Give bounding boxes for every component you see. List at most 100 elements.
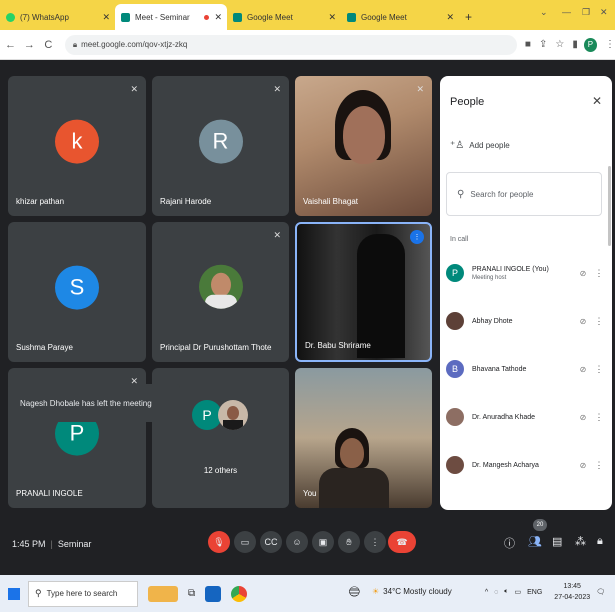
captions-button[interactable]: CC [260, 531, 282, 553]
meeting-time: 1:45 PM [12, 539, 46, 549]
recording-dot-icon [204, 14, 209, 20]
taskbar-clock[interactable]: 13:45 27-04-2023 [554, 581, 590, 603]
people-panel: People ✕ ⁺♙ Add people ⚲ Search for peop… [440, 76, 612, 510]
participant-name: Vaishali Bhagat [303, 197, 358, 206]
meeting-name: Seminar [57, 539, 92, 549]
volume-icon[interactable]: 🔈︎ [504, 588, 508, 596]
url-text: meet.google.com/qov-xtjz-zkq [81, 40, 188, 49]
tab-meet-seminar[interactable]: Meet - Seminar ✕ [115, 4, 227, 30]
network-icon[interactable]: ◌ [494, 589, 498, 596]
participant-video-tile[interactable]: ⋮ Dr. Babu Shrirame [295, 222, 432, 362]
app-icon[interactable] [205, 585, 222, 602]
close-icon[interactable]: ✕ [214, 12, 222, 23]
task-view-icon[interactable]: ⧉ [188, 588, 195, 599]
tab-title: Google Meet [247, 12, 293, 22]
participant-row[interactable]: Dr. Anuradha Khade ⊘ ⋮ [446, 400, 606, 434]
taskbar-app-icon[interactable]: 🔵︎ [348, 587, 361, 598]
activities-icon[interactable]: ⁂ [575, 535, 586, 548]
tab-title: Meet - Seminar [135, 12, 190, 22]
add-people-button[interactable]: ⁺♙ Add people [450, 140, 510, 151]
new-tab-button[interactable]: + [459, 4, 479, 30]
more-options-icon[interactable]: ⋮ [592, 460, 606, 471]
scrollbar[interactable] [608, 166, 611, 246]
minimize-icon[interactable]: — [562, 7, 571, 17]
participant-tile[interactable]: ✕ Principal Dr Purushottam Thote [152, 222, 289, 362]
close-icon[interactable]: ✕ [592, 94, 602, 108]
mic-off-icon[interactable]: ⊘ [574, 269, 592, 278]
browser-tab-strip: (7) WhatsApp ✕ Meet - Seminar ✕ Google M… [0, 0, 615, 30]
address-bar: ← → C 🔒︎ meet.google.com/qov-xtjz-zkq ■ … [0, 30, 615, 60]
chat-icon[interactable]: ▤ [552, 535, 562, 548]
widgets-icon[interactable] [148, 585, 178, 602]
camera-icon[interactable]: ■ [525, 39, 531, 50]
search-icon: ⚲ [35, 588, 42, 598]
participant-tile[interactable]: ✕ R Rajani Harode [152, 76, 289, 216]
participant-name: Dr. Babu Shrirame [305, 341, 371, 350]
leave-call-button[interactable]: ☎︎ [388, 531, 416, 553]
share-icon[interactable]: ⇪ [539, 39, 547, 50]
speaking-indicator-icon: ⋮ [410, 230, 424, 244]
menu-icon[interactable]: ⋮ [605, 39, 615, 50]
battery-icon[interactable]: ▭ [515, 588, 522, 596]
participant-row[interactable]: Dr. Mangesh Acharya ⊘ ⋮ [446, 448, 606, 482]
weather-widget[interactable]: ☀︎ 34°C Mostly cloudy [372, 587, 452, 596]
mic-toggle-button[interactable]: 🎙︎ [208, 531, 230, 553]
mic-off-icon[interactable]: ⊘ [574, 461, 592, 470]
more-options-icon[interactable]: ⋮ [592, 316, 606, 327]
raise-hand-button[interactable]: ✋︎ [338, 531, 360, 553]
participant-tile[interactable]: S Sushma Paraye [8, 222, 146, 362]
close-icon[interactable]: ✕ [102, 12, 110, 23]
tab-google-meet[interactable]: Google Meet ✕ [227, 4, 341, 30]
add-people-label: Add people [469, 141, 510, 150]
section-label: In call [450, 236, 469, 243]
windows-start-icon[interactable] [8, 587, 20, 600]
tab-title: Google Meet [361, 12, 407, 22]
people-icon[interactable]: 👥︎ [528, 535, 542, 548]
search-placeholder: Search for people [470, 189, 534, 199]
participant-tile[interactable]: ✕ k khizar pathan [8, 76, 146, 216]
panel-title: People [450, 96, 485, 108]
mic-off-icon[interactable]: ⊘ [574, 413, 592, 422]
chevron-up-icon[interactable]: ^ [485, 589, 488, 596]
forward-icon[interactable]: → [21, 39, 38, 51]
language-indicator[interactable]: ENG [527, 589, 542, 596]
participant-name: PRANALI INGOLE (You) [472, 265, 549, 273]
present-button[interactable]: ▣ [312, 531, 334, 553]
participant-video-tile[interactable]: ✕ Vaishali Bhagat [295, 76, 432, 216]
sidepanel-icon[interactable]: ▮ [572, 39, 578, 50]
participant-row[interactable]: Abhay Dhote ⊘ ⋮ [446, 304, 606, 338]
search-input[interactable]: ⚲ Search for people [446, 172, 602, 216]
more-options-icon[interactable]: ⋮ [592, 412, 606, 423]
bookmark-star-icon[interactable]: ☆ [555, 39, 564, 50]
mic-off-icon[interactable]: ⊘ [574, 317, 592, 326]
emoji-button[interactable]: ☺ [286, 531, 308, 553]
participant-count-badge: 20 [533, 519, 547, 531]
info-icon[interactable]: ⓘ [504, 535, 515, 551]
host-controls-icon[interactable]: 🔒︎ [597, 535, 603, 548]
tab-whatsapp[interactable]: (7) WhatsApp ✕ [0, 4, 115, 30]
more-options-icon[interactable]: ⋮ [592, 268, 606, 279]
back-icon[interactable]: ← [2, 39, 19, 51]
participant-row[interactable]: B Bhavana Tathode ⊘ ⋮ [446, 352, 606, 386]
mic-off-icon[interactable]: ⊘ [574, 365, 592, 374]
chevron-down-icon[interactable]: ⌄ [540, 7, 548, 18]
reload-icon[interactable]: C [40, 39, 57, 51]
taskbar-search[interactable]: ⚲ Type here to search [28, 580, 138, 607]
close-icon[interactable]: ✕ [446, 12, 454, 23]
avatar[interactable]: P [583, 37, 597, 52]
participant-role: Meeting host [472, 274, 507, 281]
close-icon[interactable]: ✕ [328, 12, 336, 23]
tab-google-meet-2[interactable]: Google Meet ✕ [341, 4, 459, 30]
more-options-button[interactable]: ⋮ [364, 531, 386, 553]
search-icon: ⚲ [457, 188, 465, 200]
notifications-icon[interactable]: 🗨︎ [596, 588, 605, 596]
participant-row[interactable]: P PRANALI INGOLE (You) Meeting host ⊘ ⋮ [446, 256, 606, 290]
profile-photo [198, 264, 243, 309]
camera-toggle-button[interactable]: ▭ [234, 531, 256, 553]
url-field[interactable]: 🔒︎ meet.google.com/qov-xtjz-zkq [64, 34, 517, 55]
chrome-icon[interactable] [231, 585, 248, 602]
self-video-tile[interactable]: You [295, 368, 432, 508]
restore-icon[interactable]: ❐ [582, 7, 590, 18]
more-options-icon[interactable]: ⋮ [592, 364, 606, 375]
close-window-icon[interactable]: ✕ [600, 7, 608, 18]
